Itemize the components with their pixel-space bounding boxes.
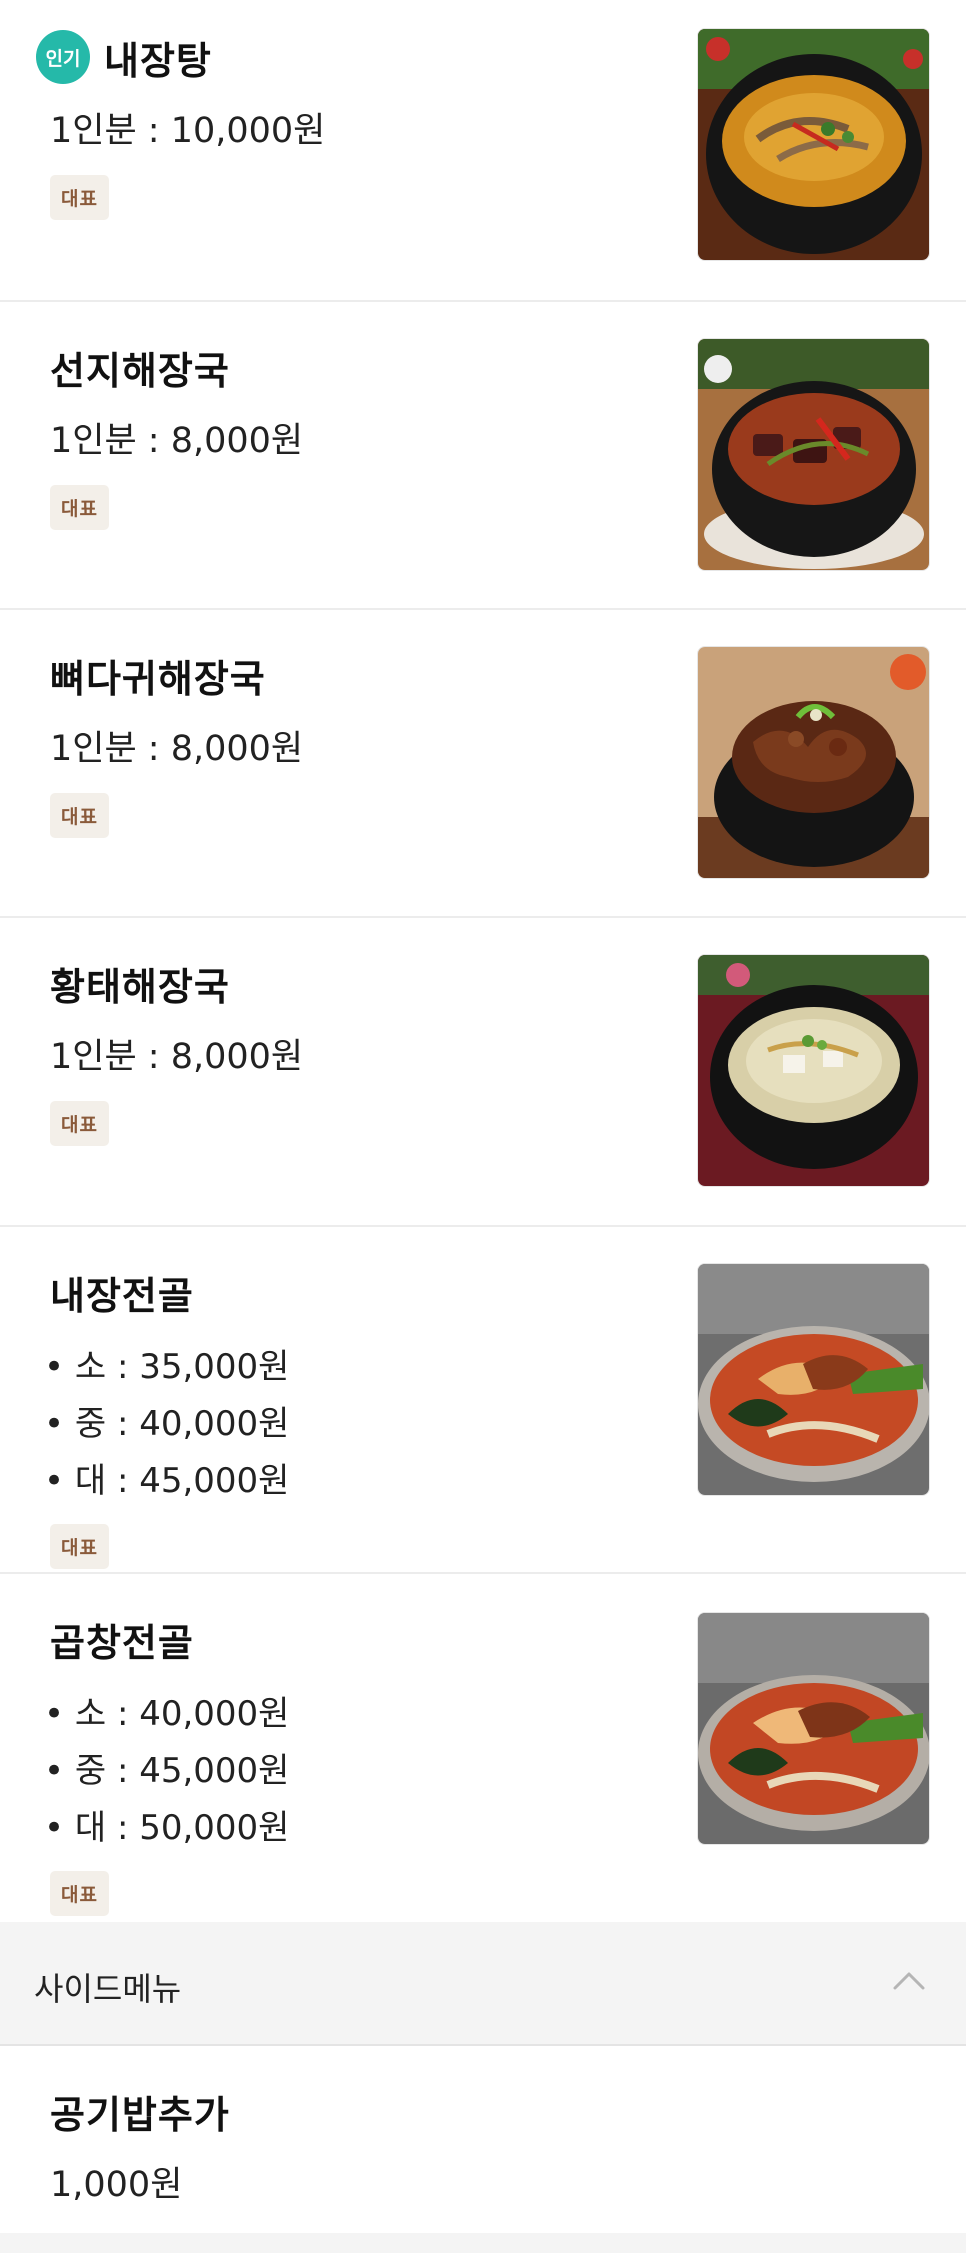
menu-item-price-small: • 소 : 40,000원	[44, 1694, 290, 1734]
side-menu-item-price: 1,000원	[50, 2165, 183, 2205]
menu-item-price: 1인분 : 8,000원	[50, 421, 304, 461]
signature-tag: 대표	[50, 485, 109, 530]
signature-tag: 대표	[50, 1101, 109, 1146]
menu-item-price-medium: • 중 : 40,000원	[44, 1404, 290, 1444]
menu-item-price-medium: • 중 : 45,000원	[44, 1751, 290, 1791]
menu-item-price: 1인분 : 8,000원	[50, 729, 304, 769]
menu-item-name: 내장전골	[50, 1273, 194, 1318]
side-menu-title: 사이드메뉴	[34, 1970, 182, 2008]
menu-item-name: 뼈다귀해장국	[50, 656, 266, 701]
menu-item-price-large: • 대 : 50,000원	[44, 1808, 290, 1848]
chevron-up-icon[interactable]	[892, 1968, 926, 1992]
signature-tag: 대표	[50, 175, 109, 220]
menu-item-name: 곱창전골	[50, 1620, 194, 1665]
menu-item-photo[interactable]	[697, 954, 930, 1187]
menu-item[interactable]: 뼈다귀해장국 1인분 : 8,000원 대표	[0, 610, 966, 918]
menu-item-price-small: • 소 : 35,000원	[44, 1347, 290, 1387]
menu-item[interactable]: 내장전골 • 소 : 35,000원 • 중 : 40,000원 • 대 : 4…	[0, 1227, 966, 1574]
menu-item[interactable]: 인기 내장탕 1인분 : 10,000원 대표	[0, 0, 966, 302]
side-menu-header[interactable]: 사이드메뉴	[0, 1922, 966, 2046]
side-menu-item[interactable]: 공기밥추가 1,000원	[0, 2046, 966, 2233]
bottom-divider	[0, 2233, 966, 2253]
side-menu-item-name: 공기밥추가	[50, 2092, 230, 2137]
menu-item-name: 선지해장국	[50, 348, 230, 393]
menu-item-photo[interactable]	[697, 1612, 930, 1845]
menu-item-photo[interactable]	[697, 338, 930, 571]
menu-item-photo[interactable]	[697, 28, 930, 261]
popular-badge: 인기	[36, 30, 90, 84]
menu-item-photo[interactable]	[697, 646, 930, 879]
signature-tag: 대표	[50, 1871, 109, 1916]
signature-tag: 대표	[50, 793, 109, 838]
menu-item-price: 1인분 : 8,000원	[50, 1037, 304, 1077]
menu-item-photo[interactable]	[697, 1263, 930, 1496]
menu-item-name: 내장탕	[104, 38, 212, 83]
menu-item[interactable]: 곱창전골 • 소 : 40,000원 • 중 : 45,000원 • 대 : 5…	[0, 1574, 966, 1922]
menu-item[interactable]: 황태해장국 1인분 : 8,000원 대표	[0, 918, 966, 1227]
menu-item-name: 황태해장국	[50, 964, 230, 1009]
menu-item-price-large: • 대 : 45,000원	[44, 1461, 290, 1501]
menu-item-price: 1인분 : 10,000원	[50, 111, 326, 151]
menu-item[interactable]: 선지해장국 1인분 : 8,000원 대표	[0, 302, 966, 610]
signature-tag: 대표	[50, 1524, 109, 1569]
